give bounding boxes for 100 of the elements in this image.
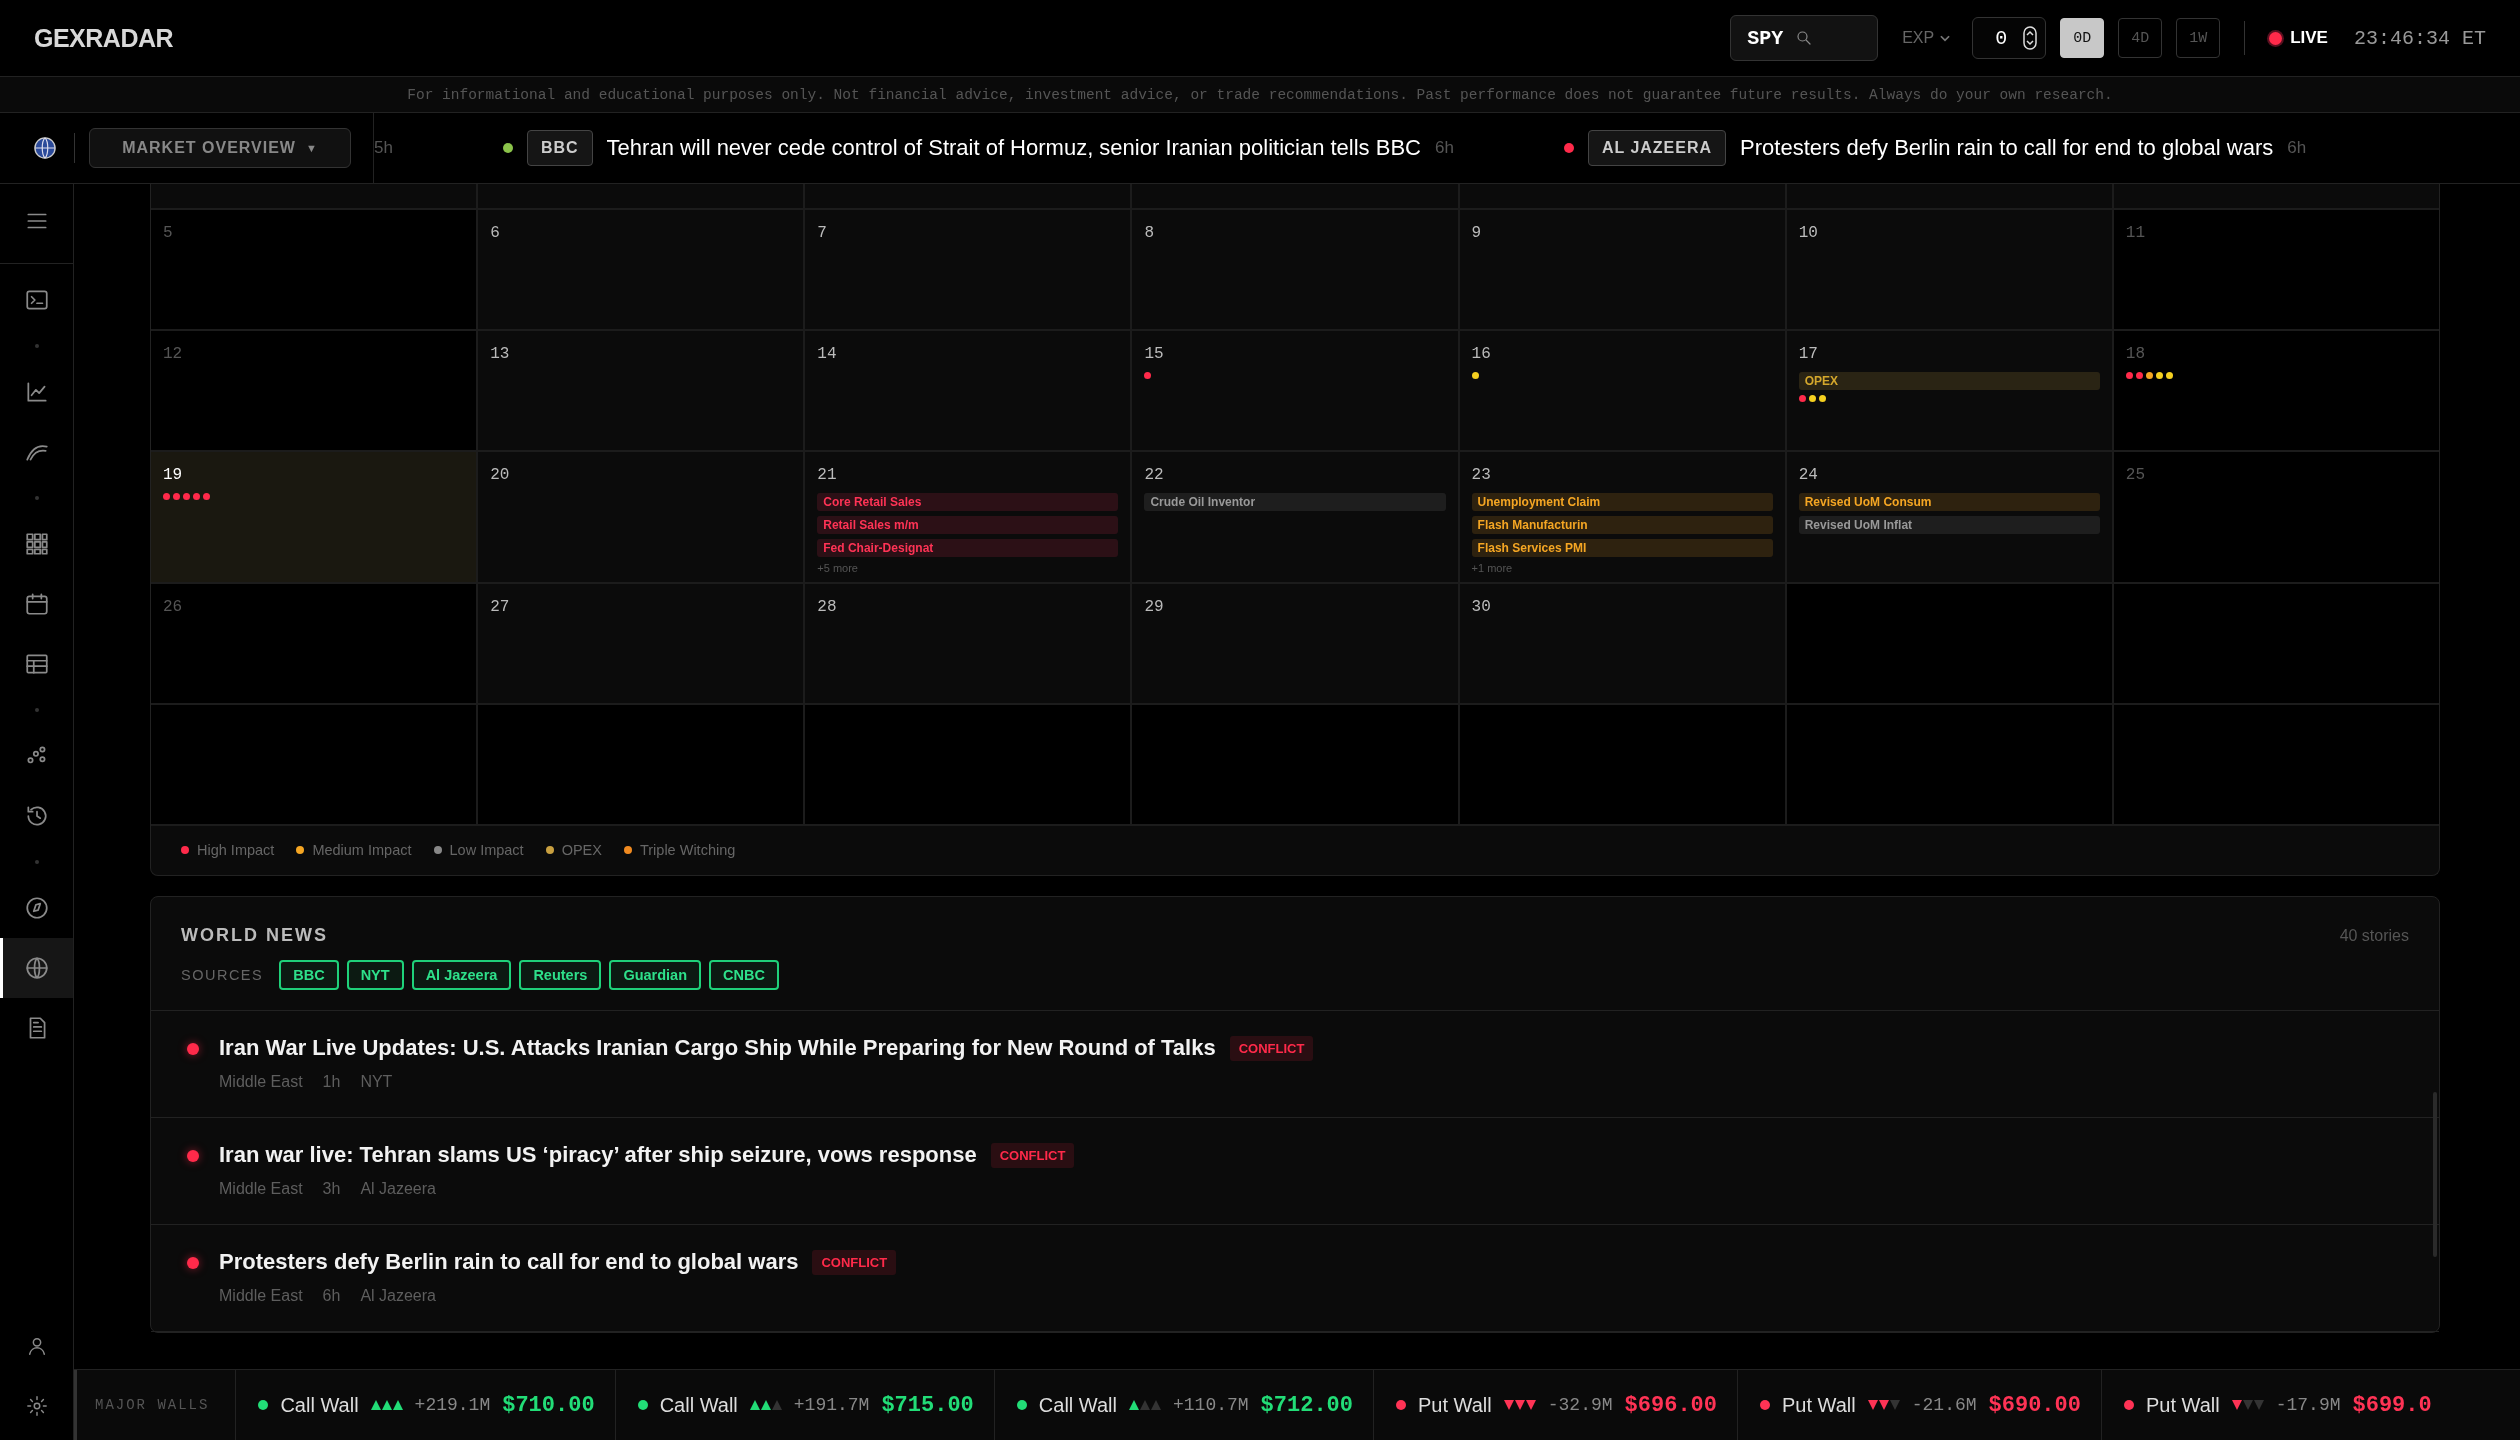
calendar-day-cell[interactable] (1786, 184, 2112, 208)
news-region: Middle East (219, 1180, 303, 1198)
range-button[interactable]: 0D (2060, 18, 2105, 58)
calendar-day-cell[interactable] (805, 184, 1131, 208)
source-filter-chip[interactable]: Reuters (519, 960, 602, 990)
table-icon (23, 651, 50, 677)
calendar-day-cell[interactable]: 16 (1459, 331, 1785, 450)
calendar-day-cell[interactable] (478, 184, 804, 208)
walls-label: MAJOR WALLS (74, 1370, 236, 1440)
day-number: 12 (163, 345, 184, 363)
status-dot (2123, 1400, 2134, 1410)
legend-label: Triple Witching (639, 842, 736, 858)
event-tag[interactable]: Retail Sales m/m (817, 516, 1119, 534)
wall-price: $690.00 (1988, 1392, 2081, 1418)
spinner-arrows-icon[interactable] (2023, 26, 2038, 50)
source-filter-chip[interactable]: Guardian (609, 960, 702, 990)
triangle-icon (1525, 1400, 1536, 1410)
day-number: 8 (1144, 224, 1156, 242)
wall-label: Call Wall (659, 1393, 738, 1417)
event-tag[interactable]: Unemployment Claim (1471, 493, 1773, 511)
triangle-icon (1503, 1400, 1514, 1410)
news-headline[interactable]: Iran war live: Tehran slams US ‘piracy’ after ship seizure, vows response (219, 1142, 977, 1168)
calendar-day-cell[interactable] (1132, 184, 1458, 208)
wall-change: -21.6M (1911, 1395, 1977, 1415)
event-tag[interactable]: Flash Manufacturin (1471, 516, 1773, 534)
calendar-day-cell[interactable] (151, 184, 477, 208)
calendar-day-cell[interactable]: 20 (478, 452, 804, 582)
wall-price: $715.00 (881, 1392, 974, 1418)
triangle-icon (749, 1400, 760, 1410)
wall-price: $712.00 (1260, 1392, 1354, 1418)
ticker-headline[interactable]: Protesters defy Berlin rain to call for end to global wars (1740, 135, 2274, 161)
event-tag[interactable]: Revised UoM Inflat (1798, 516, 2100, 534)
calendar-day-cell[interactable]: 21 Core Retail Sales Retail Sales m/m Fed Chair-Designat +5 more (805, 452, 1131, 582)
category-tag: CONFLICT (1229, 1035, 1314, 1061)
live-dot-icon (2269, 31, 2283, 45)
source-filter-chip[interactable]: Al Jazeera (411, 960, 512, 990)
calendar-day-cell[interactable]: 6 (478, 210, 804, 329)
day-number: 15 (1144, 345, 1165, 363)
market-overview-dropdown[interactable]: MARKET OVERVIEW ▼ (89, 128, 351, 168)
day-number: 29 (1144, 598, 1165, 616)
day-number: 21 (817, 466, 838, 484)
sidebar-button[interactable] (0, 938, 73, 998)
event-tag[interactable]: Flash Services PMI (1471, 539, 1773, 557)
grid-icon (23, 531, 50, 557)
ticker-time: 6h (1434, 138, 1454, 158)
calendar-day-cell[interactable]: 10 (1786, 210, 2112, 329)
event-tag[interactable]: Core Retail Sales (817, 493, 1119, 511)
calendar-day-cell[interactable]: 17 OPEX (1786, 331, 2112, 450)
source-filter-chip[interactable]: CNBC (709, 960, 779, 990)
source-filter-chip[interactable]: NYT (346, 960, 404, 990)
calendar-day-cell[interactable]: 13 (478, 331, 804, 450)
source-filter-chip[interactable]: BBC (279, 960, 339, 990)
status-dot (187, 1257, 199, 1269)
wall-change: +219.1M (414, 1395, 491, 1415)
ticker-time: 5h (374, 138, 393, 158)
story-count: 40 stories (2339, 926, 2409, 945)
wall-change: +110.7M (1173, 1395, 1249, 1415)
status-dot (637, 1400, 648, 1410)
disclaimer-text: For informational and educational purposes only. Not financial advice, investment advice, or trade recommendations. Past performance does not guarantee future results. Always do your own research. (407, 86, 2113, 103)
calendar-day-cell[interactable]: 7 (805, 210, 1131, 329)
clock-time: 23:46:34 ET (2353, 26, 2486, 50)
calendar-day-cell[interactable] (2113, 184, 2439, 208)
symbol-search-field[interactable]: SPY (1730, 15, 1879, 61)
calendar-day-cell[interactable]: 23 Unemployment Claim Flash Manufacturin Flash Services PMI +1 more (1459, 452, 1785, 582)
terminal-icon (23, 287, 50, 313)
calendar-day-cell[interactable]: 8 (1132, 210, 1458, 329)
status-dot (1760, 1400, 1770, 1410)
event-tag[interactable]: Crude Oil Inventor (1144, 493, 1446, 511)
status-dot (1016, 1400, 1027, 1410)
day-number: 18 (2125, 345, 2147, 363)
day-number: 13 (490, 345, 511, 363)
news-headline[interactable]: Protesters defy Berlin rain to call for end to global wars (219, 1249, 799, 1275)
calendar-day-cell[interactable]: 30 (1459, 584, 1785, 703)
calendar-day-cell[interactable] (1459, 184, 1785, 208)
calendar-icon (23, 591, 50, 617)
calendar-day-cell[interactable]: 27 (478, 584, 804, 703)
calendar-day-cell[interactable]: 9 (1459, 210, 1785, 329)
news-headline[interactable]: Iran War Live Updates: U.S. Attacks Iranian Cargo Ship While Preparing for New Round of Talks (219, 1035, 1216, 1061)
calendar-day-cell[interactable]: 28 (805, 584, 1131, 703)
status-dot (187, 1043, 199, 1055)
wall-change: -17.9M (2275, 1395, 2341, 1415)
ticker-headline[interactable]: Tehran will never cede control of Strait of Hormuz, senior Iranian politician tells BBC (606, 135, 1421, 161)
triangle-icon (2253, 1400, 2264, 1410)
news-time: 3h (322, 1180, 341, 1198)
expiry-dropdown[interactable]: EXP (1896, 28, 1959, 48)
status-dot (187, 1150, 199, 1162)
news-source: Al Jazeera (360, 1287, 436, 1305)
event-tag[interactable]: Revised UoM Consum (1798, 493, 2100, 511)
event-tag[interactable]: OPEX (1798, 372, 2100, 390)
day-number: 6 (490, 224, 501, 242)
calendar-day-cell[interactable]: 24 Revised UoM Consum Revised UoM Inflat (1786, 452, 2112, 582)
calendar-day-cell[interactable]: 29 (1132, 584, 1458, 703)
calendar-day-cell[interactable]: 14 (805, 331, 1131, 450)
calendar-day-cell[interactable]: 22 Crude Oil Inventor (1132, 452, 1458, 582)
calendar-day-cell[interactable]: 19 (151, 452, 477, 582)
event-tag[interactable]: Fed Chair-Designat (817, 539, 1119, 557)
globe-icon (34, 137, 56, 159)
calendar-day-cell[interactable]: 15 (1132, 331, 1458, 450)
expiry-number-field[interactable]: 0 (1972, 17, 2047, 59)
wall-label: Put Wall (2145, 1393, 2220, 1417)
